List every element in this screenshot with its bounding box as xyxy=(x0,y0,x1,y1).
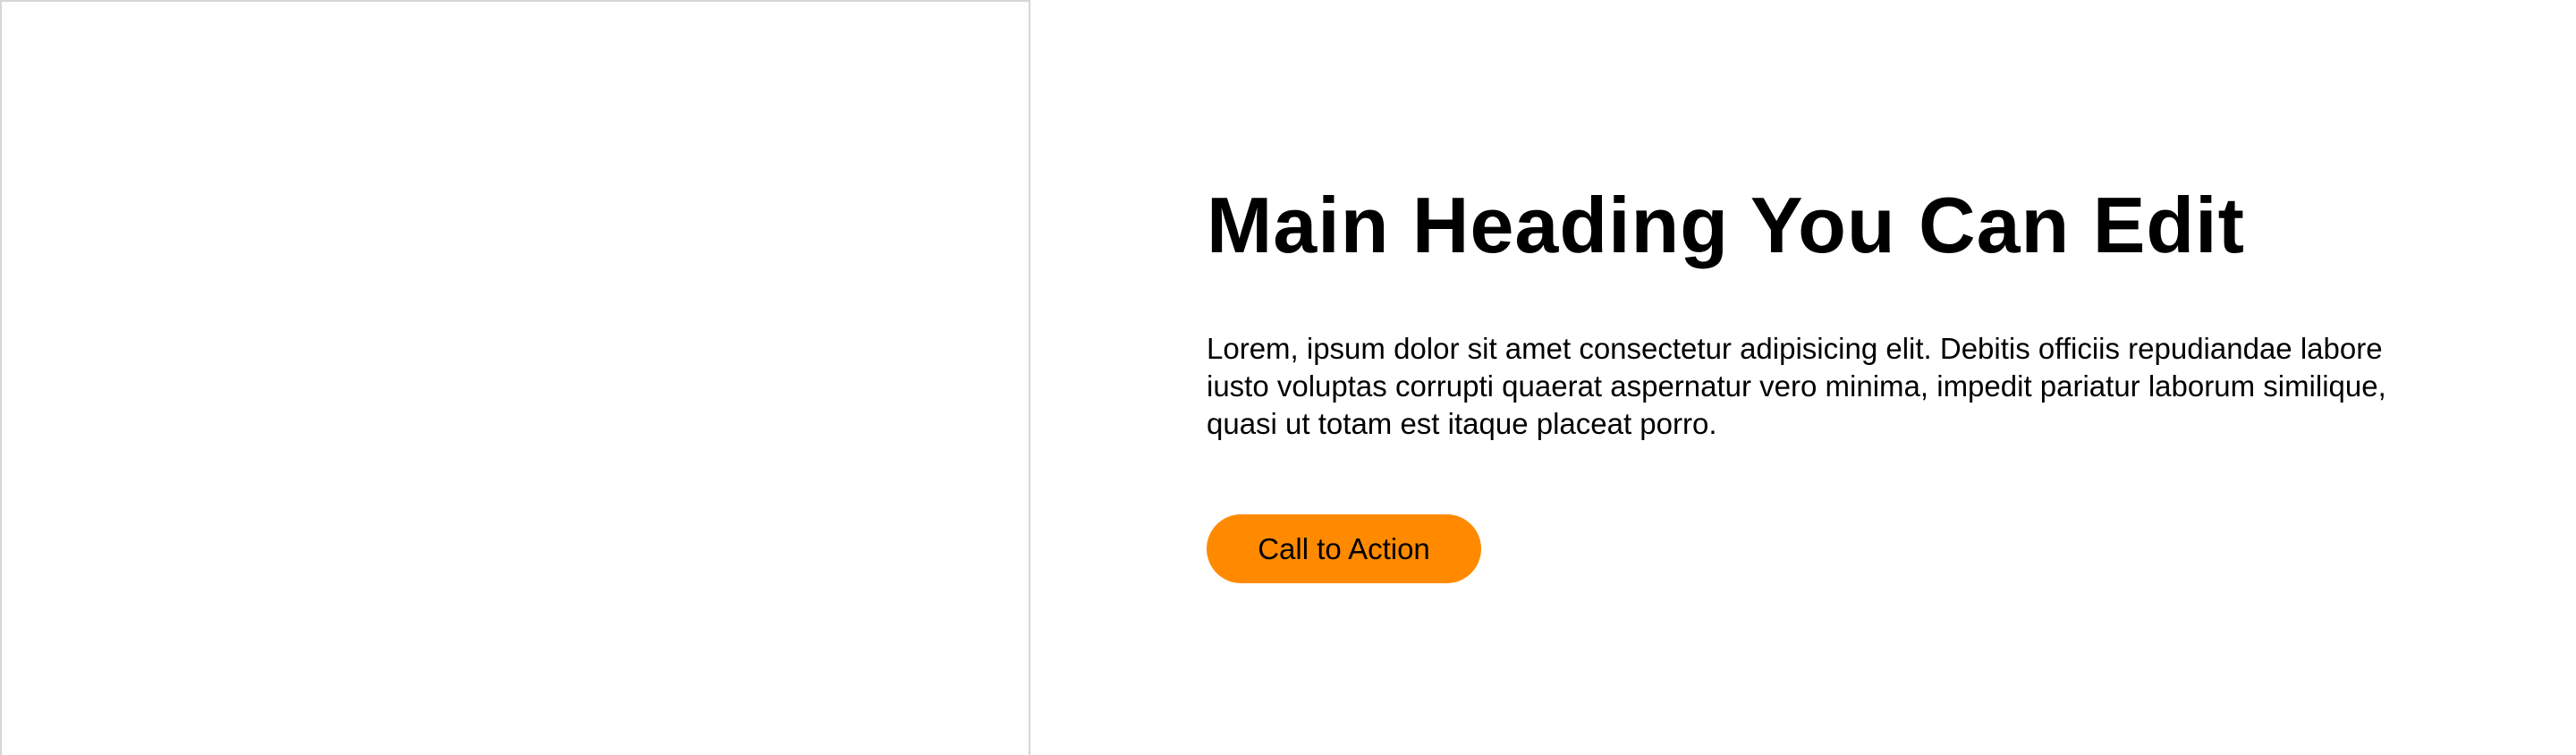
hero-image-placeholder xyxy=(0,0,1030,755)
hero-body-text: Lorem, ipsum dolor sit amet consectetur … xyxy=(1207,332,2386,440)
call-to-action-button[interactable]: Call to Action xyxy=(1207,514,1481,583)
hero-heading: Main Heading You Can Edit xyxy=(1207,181,2245,269)
hero-content: Main Heading You Can Edit Lorem, ipsum d… xyxy=(1207,179,2387,583)
